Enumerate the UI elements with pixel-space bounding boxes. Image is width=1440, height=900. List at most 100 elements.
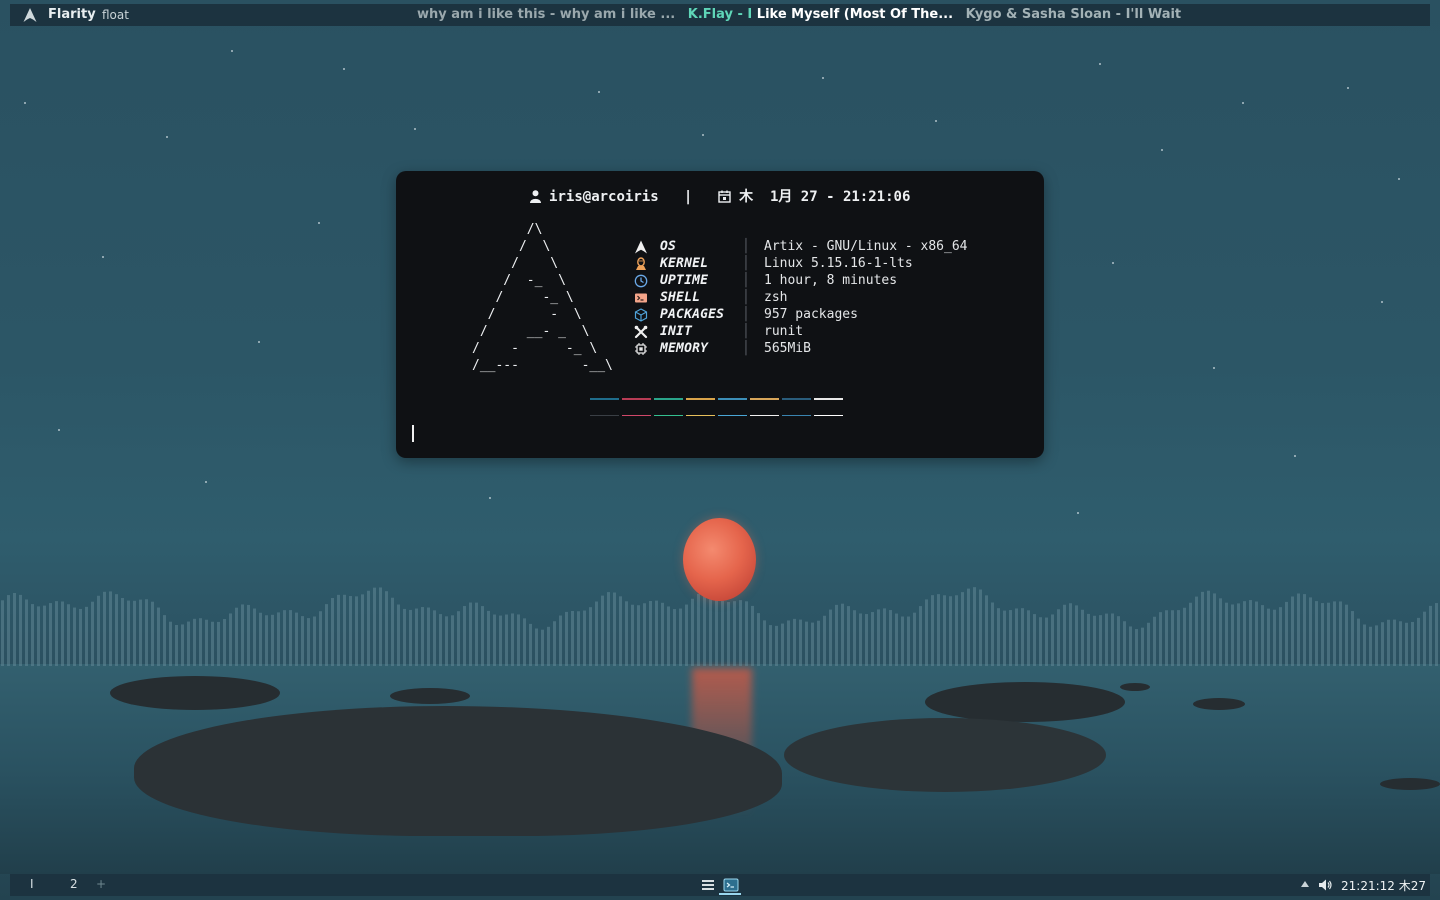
visualizer-bar — [91, 601, 94, 666]
clock[interactable]: 21:21:12 木27 — [1341, 877, 1426, 894]
palette-swatch — [590, 398, 619, 400]
info-divider: │ — [742, 290, 750, 305]
visualizer-bar — [1231, 604, 1234, 666]
rock — [1193, 698, 1245, 710]
visualizer-bar — [1393, 619, 1396, 666]
visualizer-bar — [559, 615, 562, 666]
visualizer-bar — [493, 614, 496, 666]
tux-icon — [636, 257, 646, 270]
visualizer-bar — [703, 592, 706, 666]
visualizer-bar — [775, 625, 778, 666]
visualizer-bar — [1069, 603, 1072, 666]
visualizer-bar — [535, 628, 538, 666]
visualizer-bar — [367, 590, 370, 666]
visualizer-bar — [67, 604, 70, 666]
visualizer-bar — [595, 601, 598, 666]
volume-icon[interactable] — [1317, 877, 1333, 893]
visualizer-bar — [925, 599, 928, 666]
visualizer-bar — [541, 629, 544, 666]
visualizer-bar — [853, 610, 856, 666]
visualizer-bar — [1399, 621, 1402, 666]
visualizer-bar — [1327, 602, 1330, 666]
visualizer-bar — [1057, 609, 1060, 666]
visualizer-bar — [1135, 629, 1138, 666]
terminal-window[interactable]: iris@arcoiris | 木 1月 27 - 21:21:06 /\ / … — [396, 171, 1044, 458]
visualizer-bar — [763, 620, 766, 666]
tray-expand-icon[interactable] — [1300, 878, 1310, 890]
info-divider: │ — [742, 273, 750, 288]
visualizer-bar — [649, 601, 652, 666]
visualizer-bar — [1171, 610, 1174, 666]
arch-logo-icon[interactable] — [22, 7, 38, 23]
menu-icon[interactable] — [700, 877, 716, 893]
visualizer-bar — [355, 596, 358, 666]
color-palette — [590, 398, 843, 431]
workspace-2[interactable]: 2 — [70, 877, 78, 891]
visualizer-bar — [859, 613, 862, 666]
visualizer-bar — [1165, 610, 1168, 666]
visualizer-bar — [1045, 617, 1048, 666]
visualizer-bar — [175, 625, 178, 666]
visualizer-bar — [1219, 598, 1222, 666]
visualizer-bar — [163, 615, 166, 666]
visualizer-bar — [607, 592, 610, 666]
visualizer-bar — [661, 602, 664, 666]
task-list: why am i like this - why am i like ... K… — [417, 7, 1189, 22]
palette-swatch — [686, 398, 715, 400]
visualizer-bar — [769, 625, 772, 666]
visualizer-bar — [1075, 605, 1078, 666]
visualizer-bar — [331, 598, 334, 666]
palette-swatch — [686, 414, 715, 416]
visualizer-bar — [781, 623, 784, 666]
visualizer-bar — [319, 611, 322, 666]
visualizer-bar — [1213, 593, 1216, 666]
workspace-1[interactable]: I — [30, 877, 34, 891]
visualizer-bar — [907, 616, 910, 666]
palette-swatch — [782, 414, 811, 416]
visualizer-bar — [211, 621, 214, 666]
ascii-logo: /\ / \ / \ / -_ \ / -_ \ / - \ / __- _ \… — [472, 222, 613, 373]
terminal-task-icon[interactable] — [722, 876, 740, 894]
info-value: zsh — [764, 290, 788, 305]
info-key: OS — [660, 239, 677, 254]
info-value: Linux 5.15.16-1-lts — [764, 256, 913, 271]
visualizer-bar — [961, 592, 964, 666]
visualizer-bar — [1129, 626, 1132, 666]
add-workspace-button[interactable]: + — [96, 877, 106, 891]
task-active-song: Like Myself (Most Of The... — [756, 7, 954, 22]
visualizer-bar — [373, 587, 376, 666]
visualizer-bar — [1033, 614, 1036, 666]
user-host: iris@arcoiris — [549, 189, 659, 205]
visualizer-bar — [505, 614, 508, 666]
visualizer-bar — [1003, 610, 1006, 666]
task-item[interactable]: Kygo & Sasha Sloan - I'll Wait — [966, 7, 1182, 22]
visualizer-bar — [793, 618, 796, 666]
visualizer-bar — [829, 609, 832, 666]
visualizer-bar — [97, 595, 100, 666]
rock — [110, 676, 280, 710]
palette-swatch — [814, 398, 843, 400]
visualizer-bar — [949, 596, 952, 666]
visualizer-bar — [739, 600, 742, 666]
visualizer-bar — [529, 623, 532, 666]
visualizer-bar — [901, 616, 904, 666]
rock — [390, 688, 470, 704]
visualizer-bar — [1063, 604, 1066, 666]
visualizer-bar — [73, 607, 76, 666]
task-item-active[interactable]: K.Flay - I Like Myself (Most Of The... — [688, 7, 953, 22]
visualizer-bar — [1291, 596, 1294, 666]
visualizer-bar — [1357, 618, 1360, 666]
visualizer-bar — [613, 592, 616, 666]
info-value: 957 packages — [764, 307, 858, 322]
visualizer-bar — [667, 606, 670, 666]
text-cursor — [412, 425, 414, 442]
info-value: 1 hour, 8 minutes — [764, 273, 898, 288]
visualizer-bar — [415, 608, 418, 666]
task-item[interactable]: why am i like this - why am i like ... — [417, 7, 675, 22]
visualizer-bar — [85, 606, 88, 666]
palette-swatch — [782, 398, 811, 400]
visualizer-bar — [847, 606, 850, 666]
info-key: PACKAGES — [660, 307, 725, 322]
layout-indicator[interactable]: float — [102, 8, 129, 22]
visualizer-bar — [463, 606, 466, 666]
